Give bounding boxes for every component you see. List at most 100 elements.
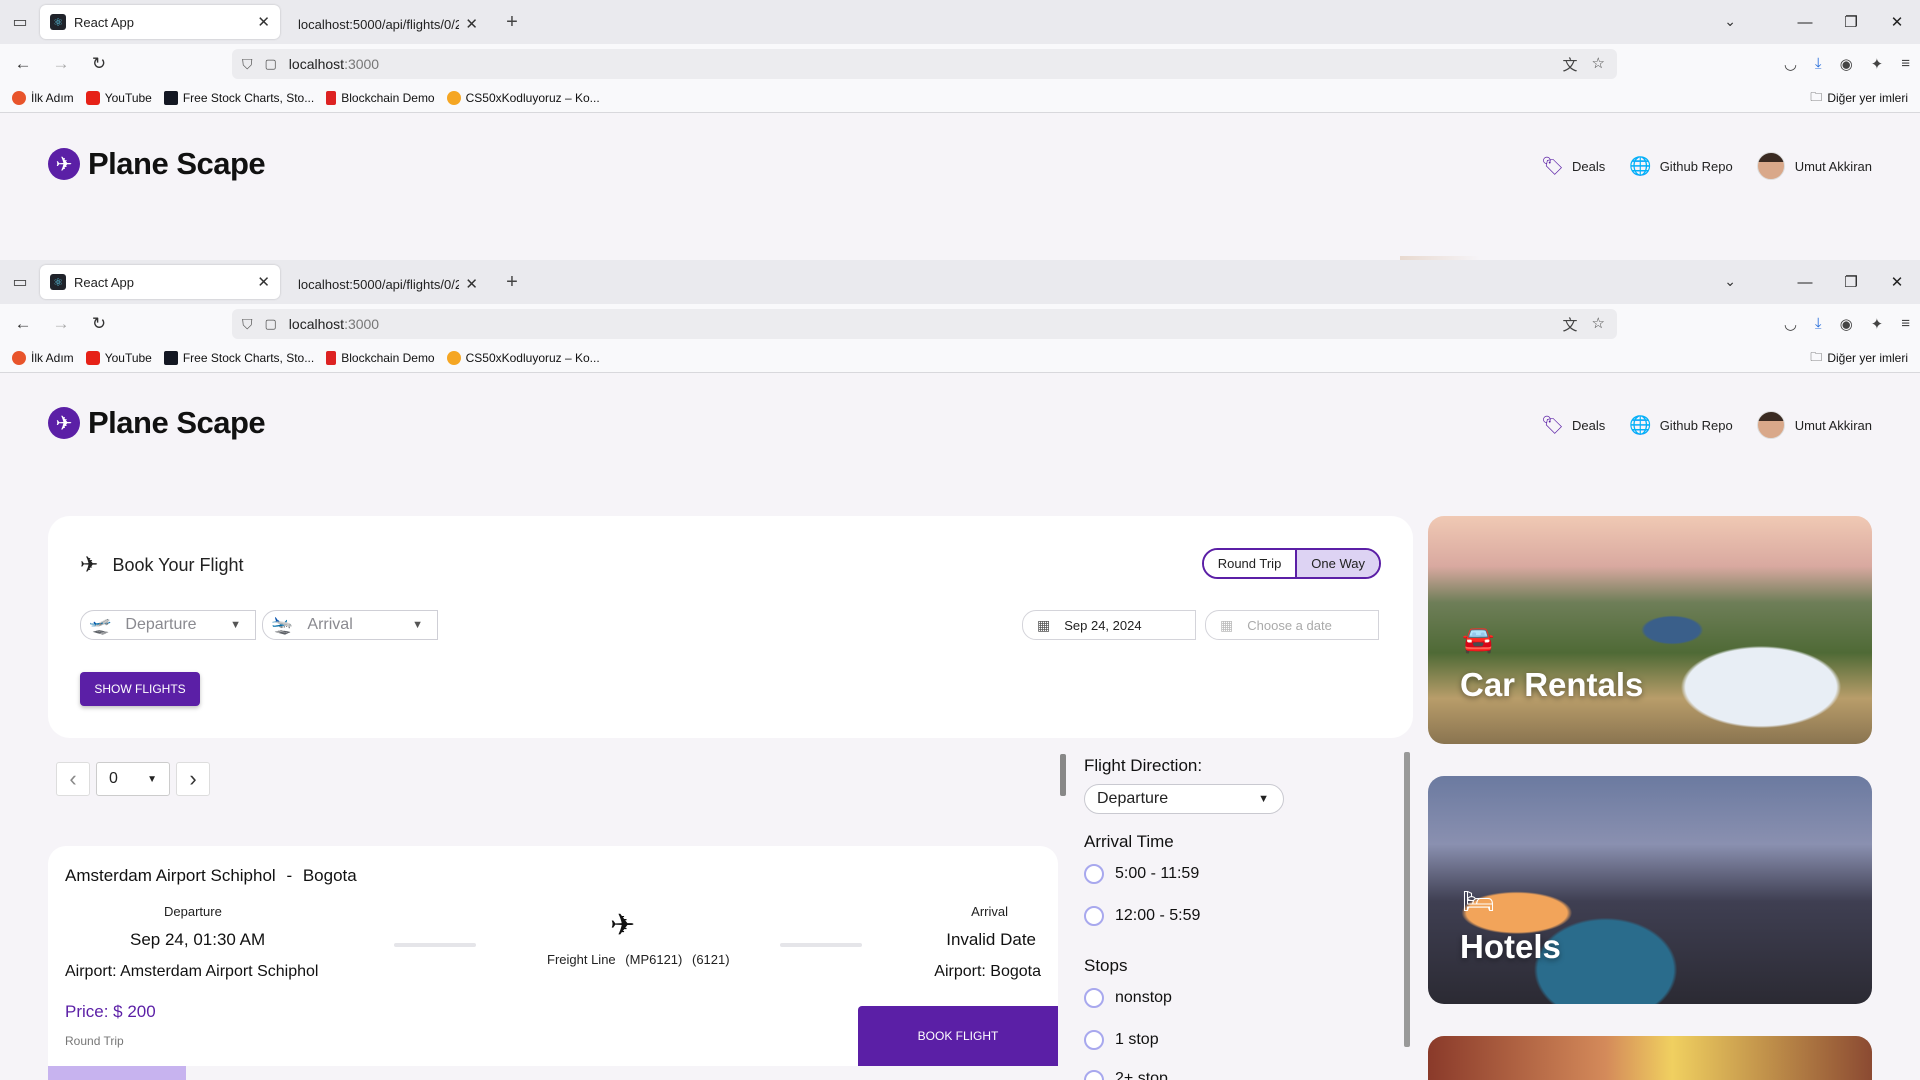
tab-api[interactable]: localhost:5000/api/flights/0/202 ✕ <box>288 6 488 42</box>
plane-arrival-icon: 🛬 <box>271 614 294 635</box>
new-tab-button[interactable]: + <box>496 271 528 294</box>
radio-button[interactable] <box>1084 988 1104 1008</box>
shield-icon[interactable]: ⛉ <box>242 56 253 73</box>
nav-github[interactable]: 🌐 Github Repo <box>1629 415 1732 436</box>
next-page-button[interactable]: › <box>176 762 210 796</box>
book-flight-button[interactable]: BOOK FLIGHT <box>858 1006 1058 1066</box>
nav-github[interactable]: 🌐 Github Repo <box>1629 156 1732 177</box>
download-icon[interactable]: ⤓ <box>1815 315 1822 333</box>
scrollbar[interactable] <box>1060 754 1066 796</box>
pocket-icon[interactable]: ◡ <box>1784 55 1797 73</box>
bookmark-item[interactable]: Blockchain Demo <box>326 351 435 365</box>
other-bookmarks[interactable]: 🗀 Diğer yer imleri <box>1810 348 1908 369</box>
show-flights-button[interactable]: SHOW FLIGHTS <box>80 672 200 706</box>
forward-icon[interactable]: → <box>46 54 76 74</box>
caret-down-icon: ▼ <box>147 773 157 785</box>
translate-icon[interactable]: 文 <box>1563 314 1578 335</box>
app-header-back: ✈ Plane Scape 🏷 Deals 🌐 Github Repo Umut A… <box>0 114 1920 224</box>
flight-direction-select[interactable]: Departure ▼ <box>1084 784 1284 814</box>
extensions-icon[interactable]: ✦ <box>1871 315 1884 333</box>
bookmark-item[interactable]: CS50xKodluyoruz – Ko... <box>446 351 600 365</box>
nav-deals[interactable]: 🏷 Deals <box>1541 415 1605 436</box>
back-icon[interactable]: ← <box>8 54 38 74</box>
menu-icon[interactable]: ≡ <box>1901 315 1910 333</box>
bookmark-item[interactable]: Free Stock Charts, Sto... <box>163 351 314 365</box>
chevron-down-icon[interactable]: ⌄ <box>1724 273 1736 290</box>
radio-button[interactable] <box>1084 1030 1104 1050</box>
prev-page-button[interactable]: ‹ <box>56 762 90 796</box>
hotels-card[interactable]: 🛏 Hotels <box>1428 776 1872 1004</box>
restore-button[interactable]: ❐ <box>1828 13 1874 31</box>
radio-button[interactable] <box>1084 906 1104 926</box>
flight-details-tab[interactable] <box>48 1066 186 1080</box>
filters-panel: Flight Direction: Departure ▼ Arrival Ti… <box>1058 752 1410 1080</box>
bookmark-item[interactable]: Blockchain Demo <box>326 91 435 105</box>
reload-icon[interactable]: ↻ <box>84 314 114 334</box>
travel-packages-card[interactable] <box>1428 1036 1872 1080</box>
close-icon[interactable]: ✕ <box>257 13 270 31</box>
one-way-button[interactable]: One Way <box>1295 550 1379 577</box>
account-icon[interactable]: ◉ <box>1840 315 1853 333</box>
account-icon[interactable]: ◉ <box>1840 55 1853 73</box>
bookmark-item[interactable]: İlk Adım <box>12 351 74 365</box>
star-icon[interactable]: ☆ <box>1592 314 1605 335</box>
bookmark-item[interactable]: İlk Adım <box>12 91 74 105</box>
nav-user[interactable]: Umut Akkiran <box>1756 152 1872 180</box>
bookmarks-bar: İlk Adım YouTube Free Stock Charts, Sto.… <box>0 344 1920 372</box>
stops-option[interactable]: nonstop <box>1084 988 1172 1008</box>
bookmark-item[interactable]: YouTube <box>85 351 152 365</box>
bookmark-item[interactable]: Free Stock Charts, Sto... <box>163 91 314 105</box>
tab-list-icon[interactable]: ▭ <box>0 260 40 304</box>
arrival-select[interactable]: 🛬 Arrival ▼ <box>262 610 438 640</box>
return-date-input[interactable]: ▦ Choose a date <box>1205 610 1379 640</box>
stops-option[interactable]: 2+ stop <box>1084 1070 1168 1080</box>
bookmark-item[interactable]: YouTube <box>85 91 152 105</box>
url-bar[interactable]: ⛉ ▢ localhost:3000 文 ☆ <box>232 309 1617 339</box>
round-trip-button[interactable]: Round Trip <box>1203 550 1296 577</box>
nav-deals[interactable]: 🏷 Deals <box>1541 156 1605 177</box>
logo[interactable]: ✈ Plane Scape <box>48 146 266 182</box>
car-rentals-card[interactable]: 🚘 Car Rentals <box>1428 516 1872 744</box>
departure-date-input[interactable]: ▦ Sep 24, 2024 <box>1022 610 1196 640</box>
bookmark-item[interactable]: CS50xKodluyoruz – Ko... <box>446 91 600 105</box>
new-tab-button[interactable]: + <box>496 11 528 34</box>
other-bookmarks[interactable]: 🗀 Diğer yer imleri <box>1810 88 1908 109</box>
tab-list-icon[interactable]: ▭ <box>0 0 40 44</box>
stops-option[interactable]: 1 stop <box>1084 1030 1159 1050</box>
app-header: ✈ Plane Scape 🏷 Deals 🌐 Github Repo Umut A… <box>0 373 1920 483</box>
minimize-button[interactable]: — <box>1782 274 1828 291</box>
close-icon[interactable]: ✕ <box>257 273 270 291</box>
scrollbar[interactable] <box>1404 752 1410 1047</box>
departure-select[interactable]: 🛫 Departure ▼ <box>80 610 256 640</box>
arrival-time-option[interactable]: 12:00 - 5:59 <box>1084 906 1200 926</box>
download-icon[interactable]: ⤓ <box>1815 55 1822 73</box>
radio-button[interactable] <box>1084 864 1104 884</box>
minimize-button[interactable]: — <box>1782 14 1828 31</box>
arrival-time-option[interactable]: 5:00 - 11:59 <box>1084 864 1199 884</box>
nav-user[interactable]: Umut Akkiran <box>1756 411 1872 439</box>
tab-api[interactable]: localhost:5000/api/flights/0/202 ✕ <box>288 266 488 302</box>
extensions-icon[interactable]: ✦ <box>1871 55 1884 73</box>
nav-bar: ← → ↻ ⛉ ▢ localhost:3000 文 ☆ ◡ ⤓ ◉ ✦ ≡ <box>0 44 1920 84</box>
restore-button[interactable]: ❐ <box>1828 273 1874 291</box>
close-window-button[interactable]: ✕ <box>1874 13 1920 31</box>
tab-react-app[interactable]: ⚛ React App ✕ <box>40 5 280 39</box>
caret-down-icon: ▼ <box>230 619 241 631</box>
close-icon[interactable]: ✕ <box>465 275 478 293</box>
logo[interactable]: ✈ Plane Scape <box>48 405 266 441</box>
forward-icon[interactable]: → <box>46 314 76 334</box>
shield-icon[interactable]: ⛉ <box>242 316 253 333</box>
close-window-button[interactable]: ✕ <box>1874 273 1920 291</box>
close-icon[interactable]: ✕ <box>465 15 478 33</box>
url-bar[interactable]: ⛉ ▢ localhost:3000 文 ☆ <box>232 49 1617 79</box>
pocket-icon[interactable]: ◡ <box>1784 315 1797 333</box>
star-icon[interactable]: ☆ <box>1592 54 1605 75</box>
menu-icon[interactable]: ≡ <box>1901 55 1910 73</box>
tab-react-app[interactable]: ⚛ React App ✕ <box>40 265 280 299</box>
back-icon[interactable]: ← <box>8 314 38 334</box>
chevron-down-icon[interactable]: ⌄ <box>1724 13 1736 30</box>
radio-button[interactable] <box>1084 1070 1104 1080</box>
translate-icon[interactable]: 文 <box>1563 54 1578 75</box>
page-select[interactable]: 0 ▼ <box>96 762 170 796</box>
reload-icon[interactable]: ↻ <box>84 54 114 74</box>
